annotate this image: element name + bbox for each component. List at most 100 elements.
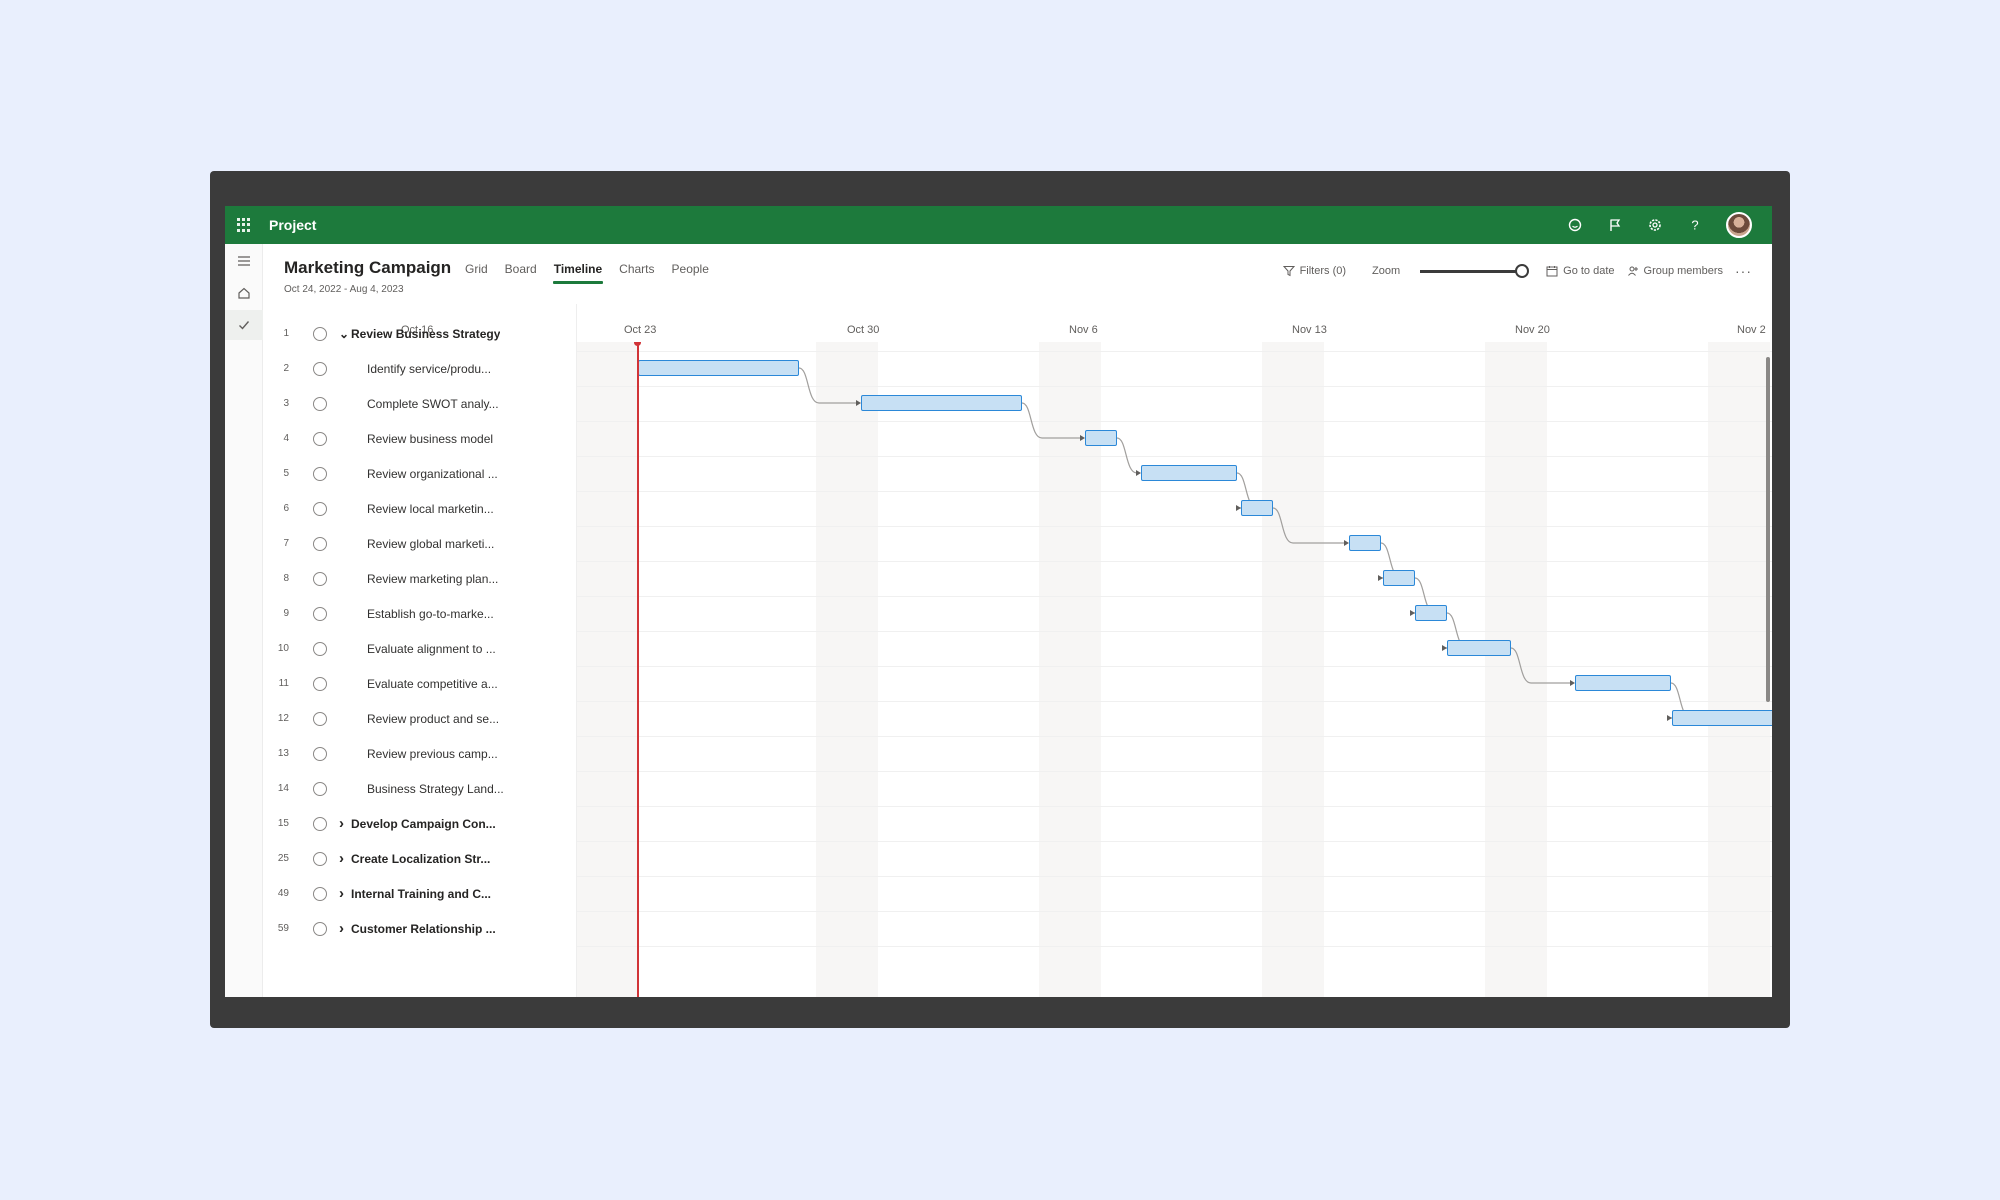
tab-grid[interactable]: Grid [465, 262, 488, 284]
task-name[interactable]: Review marketing plan... [339, 572, 498, 586]
task-complete-checkbox[interactable] [313, 571, 327, 586]
task-bar[interactable] [1447, 640, 1511, 656]
task-number: 11 [278, 678, 289, 689]
tab-charts[interactable]: Charts [619, 262, 654, 284]
task-name[interactable]: Review global marketi... [339, 537, 494, 551]
task-name[interactable]: Internal Training and C... [349, 887, 491, 901]
settings-icon[interactable] [1646, 216, 1664, 234]
feedback-icon[interactable] [1566, 216, 1584, 234]
task-bar[interactable] [1349, 535, 1381, 551]
task-complete-checkbox[interactable] [313, 606, 327, 621]
zoom-slider-thumb[interactable] [1515, 263, 1530, 278]
task-bar[interactable] [1383, 570, 1415, 586]
hamburger-menu-icon[interactable] [225, 246, 263, 276]
task-name[interactable]: Review product and se... [339, 712, 499, 726]
task-bar[interactable] [1085, 430, 1117, 446]
chevron-right-icon[interactable]: › [339, 816, 349, 831]
task-bar[interactable] [861, 395, 1022, 411]
task-row[interactable]: 8 Review marketing plan... [263, 561, 577, 596]
chevron-right-icon[interactable]: › [339, 851, 349, 866]
waffle-icon[interactable] [237, 218, 251, 232]
task-complete-checkbox[interactable] [313, 676, 327, 691]
task-bar[interactable] [1241, 500, 1273, 516]
summary-task-row[interactable]: 49 › Internal Training and C... [263, 876, 577, 911]
task-complete-checkbox[interactable] [313, 746, 327, 761]
home-icon[interactable] [225, 278, 263, 308]
task-name[interactable]: Business Strategy Land... [339, 782, 504, 796]
task-row[interactable]: 9 Establish go-to-marke... [263, 596, 577, 631]
task-row[interactable]: 3 Complete SWOT analy... [263, 386, 577, 421]
tab-board[interactable]: Board [505, 262, 537, 284]
more-options-icon[interactable]: ··· [1735, 263, 1752, 279]
task-number: 9 [283, 608, 289, 619]
task-complete-checkbox[interactable] [313, 816, 327, 831]
group-members-button[interactable]: Group members [1627, 265, 1723, 277]
task-complete-checkbox[interactable] [313, 711, 327, 726]
task-number: 12 [277, 713, 289, 724]
task-row[interactable]: 11 Evaluate competitive a... [263, 666, 577, 701]
summary-task-row[interactable]: 59 › Customer Relationship ... [263, 911, 577, 946]
project-title[interactable]: Marketing Campaign [284, 258, 451, 278]
help-icon[interactable]: ? [1686, 216, 1704, 234]
task-name[interactable]: Identify service/produ... [339, 362, 491, 376]
filters-button[interactable]: Filters (0) [1282, 265, 1346, 277]
timeline-view: Oct 16 Oct 23 Oct 30 Nov 6 Nov 13 Nov 20… [263, 304, 1772, 997]
task-bar[interactable] [1141, 465, 1237, 481]
task-row[interactable]: 10 Evaluate alignment to ... [263, 631, 577, 666]
task-bar[interactable] [638, 360, 799, 376]
task-row[interactable]: 14 Business Strategy Land... [263, 771, 577, 806]
task-name[interactable]: Create Localization Str... [349, 852, 490, 866]
task-row[interactable]: 7 Review global marketi... [263, 526, 577, 561]
tab-timeline[interactable]: Timeline [552, 262, 604, 284]
task-complete-checkbox[interactable] [313, 536, 327, 551]
task-complete-checkbox[interactable] [313, 466, 327, 481]
vertical-scrollbar[interactable] [1766, 357, 1770, 702]
chevron-right-icon[interactable]: › [339, 886, 349, 901]
task-name[interactable]: Review local marketin... [339, 502, 494, 516]
task-complete-checkbox[interactable] [313, 396, 327, 411]
task-complete-checkbox[interactable] [313, 886, 327, 901]
summary-task-row[interactable]: 25 › Create Localization Str... [263, 841, 577, 876]
task-name[interactable]: Evaluate competitive a... [339, 677, 498, 691]
task-name[interactable]: Review previous camp... [339, 747, 498, 761]
tab-people[interactable]: People [672, 262, 709, 284]
avatar[interactable] [1726, 212, 1752, 238]
task-row[interactable]: 5 Review organizational ... [263, 456, 577, 491]
task-name[interactable]: Review business model [339, 432, 493, 446]
task-bar[interactable] [1575, 675, 1671, 691]
task-bar[interactable] [1672, 710, 1772, 726]
task-name[interactable]: Evaluate alignment to ... [339, 642, 496, 656]
task-name[interactable]: Develop Campaign Con... [349, 817, 496, 831]
task-bar[interactable] [1415, 605, 1447, 621]
task-name[interactable]: Review organizational ... [339, 467, 498, 481]
go-to-date-button[interactable]: Go to date [1546, 265, 1615, 277]
task-complete-checkbox[interactable] [313, 851, 327, 866]
task-complete-checkbox[interactable] [313, 431, 327, 446]
task-row[interactable]: 13 Review previous camp... [263, 736, 577, 771]
task-number: 59 [277, 923, 289, 934]
flag-icon[interactable] [1606, 216, 1624, 234]
task-complete-checkbox[interactable] [313, 641, 327, 656]
app-title[interactable]: Project [269, 217, 316, 233]
zoom-slider[interactable] [1420, 263, 1530, 278]
task-row[interactable]: 6 Review local marketin... [263, 491, 577, 526]
task-row[interactable]: 2 Identify service/produ... [263, 351, 577, 386]
summary-task-row[interactable]: 1 ⌄ Review Business Strategy [263, 316, 577, 351]
summary-task-row[interactable]: 15 › Develop Campaign Con... [263, 806, 577, 841]
task-name[interactable]: Complete SWOT analy... [339, 397, 499, 411]
chevron-right-icon[interactable]: › [339, 921, 349, 936]
my-tasks-checkmark-icon[interactable] [225, 310, 263, 340]
task-complete-checkbox[interactable] [313, 326, 327, 341]
task-row[interactable]: 12 Review product and se... [263, 701, 577, 736]
toolbar: Filters (0) Zoom Go to date Group member… [1282, 263, 1752, 279]
task-name[interactable]: Review Business Strategy [349, 327, 500, 341]
task-name[interactable]: Establish go-to-marke... [339, 607, 494, 621]
chevron-down-icon[interactable]: ⌄ [339, 328, 349, 340]
task-complete-checkbox[interactable] [313, 361, 327, 376]
task-number: 14 [277, 783, 289, 794]
task-row[interactable]: 4 Review business model [263, 421, 577, 456]
task-complete-checkbox[interactable] [313, 921, 327, 936]
task-name[interactable]: Customer Relationship ... [349, 922, 496, 936]
task-complete-checkbox[interactable] [313, 781, 327, 796]
task-complete-checkbox[interactable] [313, 501, 327, 516]
